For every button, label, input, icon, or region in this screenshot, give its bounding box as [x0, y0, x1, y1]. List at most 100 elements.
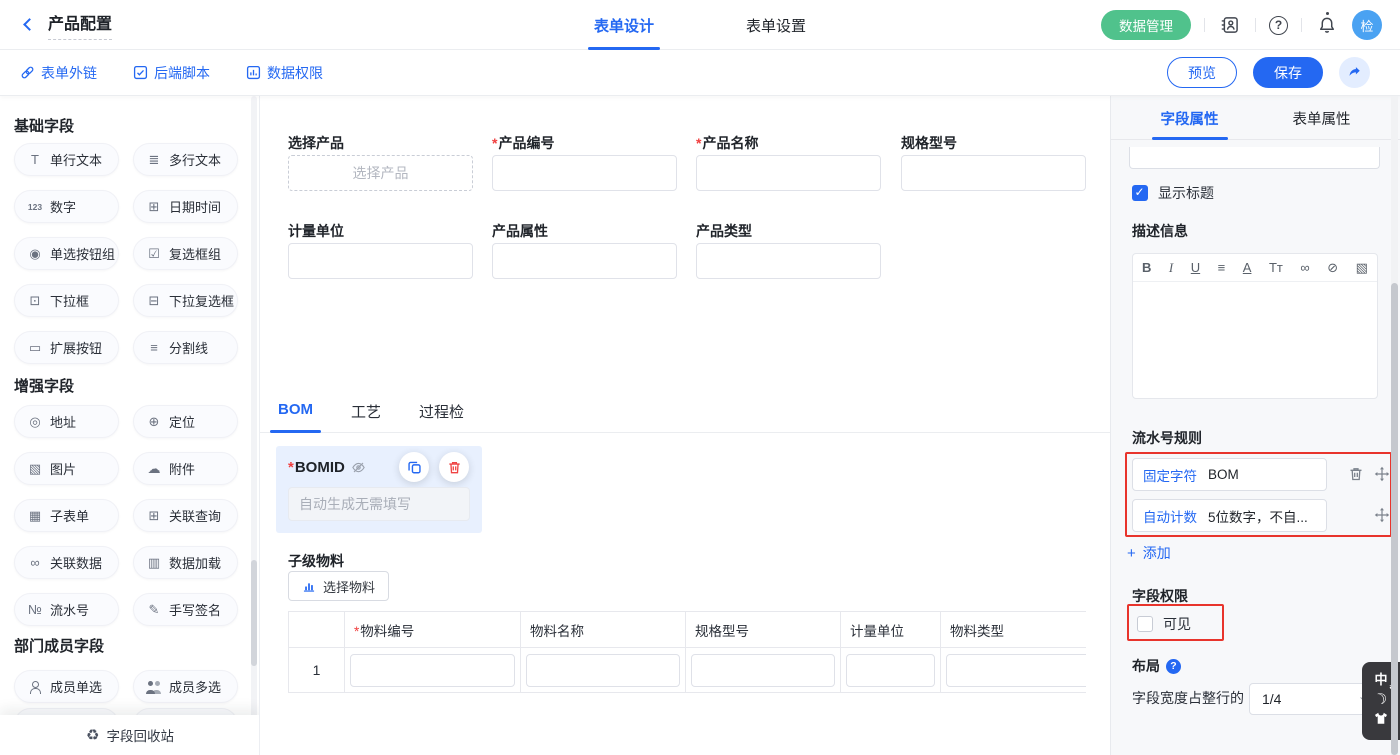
item-label: 多行文本	[169, 150, 221, 169]
serial-rule-fixed[interactable]: 固定字符 BOM	[1132, 458, 1327, 491]
font-color-icon[interactable]: A	[1243, 261, 1252, 274]
rule-delete-button[interactable]	[1348, 466, 1364, 482]
panel-scrollbar[interactable]	[1391, 96, 1398, 755]
field-label: 产品名称	[696, 133, 881, 151]
insert-link-icon[interactable]: ∞	[1300, 261, 1309, 274]
insert-image-icon[interactable]: ▧	[1356, 261, 1368, 274]
description-textarea[interactable]	[1133, 282, 1377, 398]
serial-rule-counter[interactable]: 自动计数 5位数字，不自...	[1132, 499, 1327, 532]
italic-icon[interactable]: I	[1169, 261, 1173, 274]
visible-checkbox[interactable]	[1137, 616, 1153, 632]
share-button[interactable]	[1339, 57, 1370, 88]
preview-button[interactable]: 预览	[1167, 57, 1237, 88]
save-button[interactable]: 保存	[1253, 57, 1323, 88]
spec-model-input[interactable]	[901, 155, 1086, 191]
sidebar-item-select[interactable]: ⊡下拉框	[14, 284, 119, 317]
language-toggle-button[interactable]: 中⇄	[1373, 669, 1389, 688]
trash-icon	[447, 460, 462, 475]
tab-form-properties[interactable]: 表单属性	[1284, 96, 1360, 140]
data-manage-button[interactable]: 数据管理	[1101, 10, 1191, 40]
copy-field-button[interactable]	[399, 452, 429, 482]
unit-cell-input[interactable]	[846, 654, 935, 687]
layout-help-icon[interactable]	[1166, 659, 1181, 674]
unit-input[interactable]	[288, 243, 473, 279]
bell-icon[interactable]	[1315, 13, 1339, 37]
sidebar-item-single-line-text[interactable]: T单行文本	[14, 143, 119, 176]
backend-script-link[interactable]: 后端脚本	[133, 63, 210, 83]
tab-field-properties[interactable]: 字段属性	[1152, 96, 1228, 140]
sidebar-scrollbar-thumb[interactable]	[251, 560, 257, 666]
sidebar-item-attachment[interactable]: ☁附件	[133, 452, 238, 485]
eye-off-icon[interactable]	[351, 460, 366, 475]
sidebar-item-address[interactable]: ◎地址	[14, 405, 119, 438]
sidebar-item-location[interactable]: ⊕定位	[133, 405, 238, 438]
tab-process[interactable]: 工艺	[343, 401, 389, 432]
sidebar-item-image[interactable]: ▧图片	[14, 452, 119, 485]
item-label: 复选框组	[169, 244, 221, 263]
image-icon: ▧	[27, 461, 43, 477]
sidebar-item-number[interactable]: 123数字	[14, 190, 119, 223]
sidebar-item-serial-number[interactable]: №流水号	[14, 593, 119, 626]
sidebar-item-datetime[interactable]: ⊞日期时间	[133, 190, 238, 223]
form-external-link[interactable]: 表单外链	[20, 63, 97, 83]
tab-form-design[interactable]: 表单设计	[588, 0, 660, 50]
help-icon[interactable]	[1269, 16, 1288, 35]
rule-move-handle[interactable]	[1374, 466, 1390, 482]
show-title-checkbox[interactable]	[1132, 185, 1148, 201]
avatar[interactable]: 检	[1352, 10, 1382, 40]
sidebar-item-checkbox-group[interactable]: ☑复选框组	[133, 237, 238, 270]
font-size-icon[interactable]: Tт	[1269, 261, 1283, 274]
material-code-cell-input[interactable]	[350, 654, 515, 687]
tab-process-check[interactable]: 过程检	[411, 401, 472, 432]
recycle-icon	[86, 726, 99, 744]
sidebar-item-member-single[interactable]: 成员单选	[14, 670, 119, 703]
sidebar-item-radio-group[interactable]: ◉单选按钮组	[14, 237, 119, 270]
sidebar-item-member-multi[interactable]: 成员多选	[133, 670, 238, 703]
sidebar-scrollbar[interactable]	[251, 96, 257, 755]
tab-bom[interactable]: BOM	[270, 401, 321, 432]
back-button[interactable]	[16, 14, 38, 36]
visible-label: 可见	[1163, 614, 1191, 634]
sidebar-item-subform[interactable]: ▦子表单	[14, 499, 119, 532]
remove-link-icon[interactable]: ⊘	[1327, 261, 1338, 274]
dark-mode-button[interactable]: ☽	[1372, 690, 1390, 709]
product-attr-input[interactable]	[492, 243, 677, 279]
sidebar-item-relation-data[interactable]: ∞关联数据	[14, 546, 119, 579]
selected-field-bomid[interactable]: BOMID 自动生成无需填写	[276, 446, 482, 533]
select-material-button[interactable]: 选择物料	[288, 571, 389, 601]
sidebar-item-extend-button[interactable]: ▭扩展按钮	[14, 331, 119, 364]
sidebar-item-signature[interactable]: ✎手写签名	[133, 593, 238, 626]
table-header-row: 物料编号 物料名称 规格型号 计量单位 物料类型	[289, 612, 1086, 648]
product-type-input[interactable]	[696, 243, 881, 279]
field-title-input-partial[interactable]	[1129, 147, 1380, 169]
field-recycle-bin[interactable]: 字段回收站	[0, 715, 260, 755]
description-editor[interactable]: B I U ≡ A Tт ∞ ⊘ ▧	[1132, 253, 1378, 399]
table-cell	[345, 648, 521, 692]
product-name-input[interactable]	[696, 155, 881, 191]
data-permission-link[interactable]: 数据权限	[246, 63, 323, 83]
add-rule-button[interactable]: 添加	[1127, 543, 1171, 563]
underline-icon[interactable]: U	[1191, 261, 1200, 274]
contacts-book-icon[interactable]	[1218, 13, 1242, 37]
bomid-input[interactable]: 自动生成无需填写	[288, 487, 470, 521]
rule-move-handle[interactable]	[1374, 507, 1390, 523]
sidebar-item-divider-line[interactable]: ≡分割线	[133, 331, 238, 364]
spec-model-cell-input[interactable]	[691, 654, 835, 687]
panel-scrollbar-thumb[interactable]	[1391, 283, 1398, 755]
serial-number-icon: №	[27, 602, 43, 617]
tab-form-settings[interactable]: 表单设置	[740, 0, 812, 50]
field-width-select[interactable]: 1/4	[1249, 683, 1380, 715]
delete-field-button[interactable]	[439, 452, 469, 482]
material-name-cell-input[interactable]	[526, 654, 680, 687]
sidebar-item-data-load[interactable]: ▥数据加载	[133, 546, 238, 579]
product-code-input[interactable]	[492, 155, 677, 191]
select-product-input[interactable]: 选择产品	[288, 155, 473, 191]
sidebar-item-multi-select[interactable]: ⊟下拉复选框	[133, 284, 238, 317]
theme-skin-button[interactable]	[1373, 711, 1389, 727]
material-type-cell-input[interactable]	[946, 654, 1086, 687]
list-icon[interactable]: ≡	[1218, 261, 1226, 274]
sidebar-item-multi-line-text[interactable]: ≣多行文本	[133, 143, 238, 176]
bar-chart-icon: ▥	[146, 555, 162, 571]
sidebar-item-relation-query[interactable]: ⊞关联查询	[133, 499, 238, 532]
bold-icon[interactable]: B	[1142, 261, 1151, 274]
